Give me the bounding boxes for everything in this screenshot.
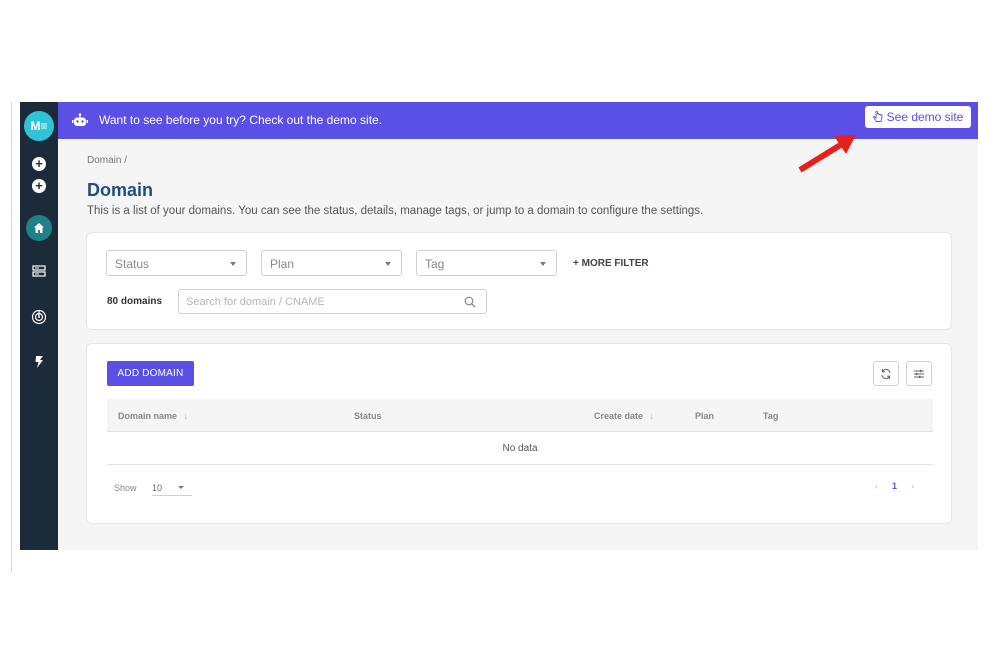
- red-arrow-annotation: [798, 135, 856, 173]
- search-input[interactable]: [186, 294, 456, 310]
- page-title: Domain: [87, 180, 154, 200]
- empty-row: No data: [107, 432, 933, 465]
- sidebar-item-home[interactable]: [26, 215, 52, 241]
- home-icon: [34, 223, 44, 233]
- sidebar: M≡ + +: [20, 102, 58, 550]
- page-description: This is a list of your domains. You can …: [87, 205, 704, 217]
- sidebar-item-performance[interactable]: [29, 352, 49, 372]
- plan-filter-placeholder: Plan: [270, 257, 295, 271]
- prev-page-icon[interactable]: ‹: [875, 481, 878, 491]
- app-window: M≡ + + Want to see before you try? Check…: [20, 102, 978, 550]
- see-demo-site-button[interactable]: See demo site: [865, 106, 971, 128]
- column-plan: Plan: [695, 411, 715, 421]
- page-size-label: Show: [114, 483, 137, 493]
- page-size-value: 10: [152, 483, 163, 493]
- tag-filter-select[interactable]: Tag: [416, 250, 557, 276]
- sidebar-item-monitoring[interactable]: [29, 307, 49, 327]
- frame-left-border: [11, 102, 12, 572]
- domain-count: 80 domains: [107, 296, 163, 307]
- see-demo-site-label: See demo site: [886, 110, 964, 124]
- sort-arrow-icon[interactable]: ↓: [184, 411, 189, 421]
- add-circle-icon[interactable]: +: [32, 179, 46, 193]
- pagination: ‹ 1 ›: [875, 481, 914, 491]
- app-logo[interactable]: M≡: [24, 111, 54, 141]
- column-settings-button[interactable]: [906, 361, 932, 386]
- status-filter-placeholder: Status: [115, 257, 150, 271]
- column-tag: Tag: [763, 411, 779, 421]
- server-icon: [32, 265, 46, 277]
- sliders-icon: [914, 369, 924, 378]
- column-domain-name[interactable]: Domain name ↓: [118, 411, 188, 421]
- add-circle-icon[interactable]: +: [32, 157, 46, 171]
- no-data-text: No data: [502, 443, 538, 454]
- domains-table-card: ADD DOMAIN Domain name ↓ Status Create d…: [86, 343, 952, 524]
- plan-filter-select[interactable]: Plan: [261, 250, 402, 276]
- pointer-hand-icon: [872, 111, 883, 122]
- chevron-down-icon: [230, 262, 236, 266]
- radar-icon: [31, 309, 47, 325]
- chevron-down-icon: [178, 486, 184, 489]
- domain-search[interactable]: [178, 289, 487, 314]
- table-header: Domain name ↓ Status Create date ↓ Plan …: [107, 399, 933, 432]
- status-filter-select[interactable]: Status: [106, 250, 247, 276]
- search-icon[interactable]: [464, 296, 476, 308]
- bolt-icon: [35, 356, 43, 368]
- refresh-icon: [881, 368, 891, 379]
- page-size-select[interactable]: 10: [152, 479, 192, 496]
- page-number-current[interactable]: 1: [892, 481, 897, 491]
- refresh-button[interactable]: [873, 361, 899, 386]
- chevron-down-icon: [385, 262, 391, 266]
- column-create-date-label: Create date: [594, 411, 644, 421]
- filter-card: Status Plan Tag + MORE FILTER 80 domains: [86, 232, 952, 330]
- robot-icon: [72, 113, 88, 126]
- breadcrumb[interactable]: Domain /: [87, 155, 127, 166]
- column-status: Status: [354, 411, 382, 421]
- more-filter-button[interactable]: + MORE FILTER: [573, 258, 649, 269]
- add-domain-button[interactable]: ADD DOMAIN: [107, 361, 194, 386]
- tag-filter-placeholder: Tag: [425, 257, 445, 271]
- chevron-down-icon: [540, 262, 546, 266]
- column-create-date[interactable]: Create date ↓: [594, 411, 654, 421]
- sort-arrow-icon[interactable]: ↓: [650, 411, 655, 421]
- column-domain-name-label: Domain name: [118, 411, 178, 421]
- sidebar-item-servers[interactable]: [29, 261, 49, 281]
- next-page-icon[interactable]: ›: [911, 481, 914, 491]
- banner-text: Want to see before you try? Check out th…: [99, 113, 383, 127]
